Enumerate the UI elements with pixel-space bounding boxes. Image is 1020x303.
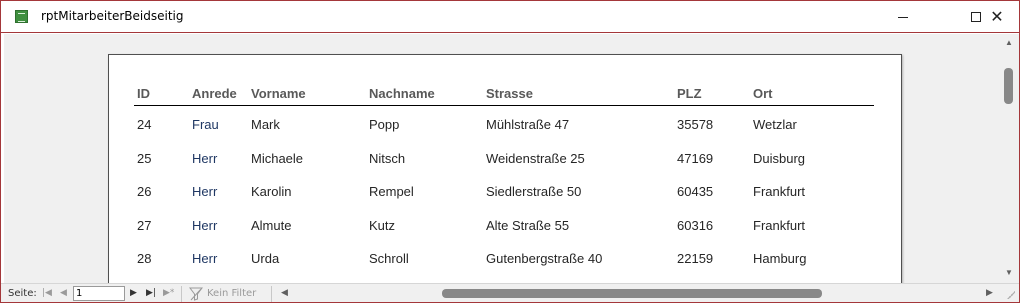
report-page: ID Anrede Vorname Nachname Strasse PLZ O… (108, 54, 902, 283)
minimize-button[interactable] (881, 1, 925, 33)
cell-nachname: Schroll (369, 251, 409, 266)
scroll-right-icon[interactable]: ▶ (986, 288, 993, 298)
cell-strasse: Siedlerstraße 50 (486, 184, 582, 199)
header-strasse: Strasse (486, 86, 533, 101)
cell-anrede: Herr (192, 184, 218, 199)
header-ort: Ort (753, 86, 773, 101)
table-header: ID Anrede Vorname Nachname Strasse PLZ O… (134, 83, 874, 106)
cell-plz: 47169 (677, 150, 714, 166)
title-bar[interactable]: rptMitarbeiterBeidseitig ✕ (1, 1, 1019, 33)
close-button[interactable]: ✕ (975, 1, 1019, 33)
report-icon (15, 10, 28, 23)
cell-plz: 60435 (677, 184, 714, 199)
separator (271, 286, 272, 302)
header-anrede: Anrede (192, 86, 237, 101)
cell-id: 28 (137, 251, 152, 266)
cell-ort: Duisburg (753, 150, 806, 166)
cell-ort: Wetzlar (753, 117, 797, 132)
employee-table: ID Anrede Vorname Nachname Strasse PLZ O… (134, 83, 874, 274)
cell-id: 25 (137, 150, 152, 166)
minimize-icon (898, 16, 908, 18)
filter-label[interactable]: Kein Filter (207, 288, 256, 299)
vertical-scroll-thumb[interactable] (1004, 68, 1013, 104)
cell-plz: 35578 (677, 117, 714, 132)
cell-vorname: Michaele (251, 150, 304, 166)
table-row: 25 Herr Michaele Nitsch Weidenstraße 25 … (134, 140, 874, 174)
cell-nachname: Nitsch (369, 150, 406, 166)
cell-strasse: Weidenstraße 25 (486, 150, 585, 166)
cell-strasse: Mühlstraße 47 (486, 117, 570, 132)
scroll-left-icon[interactable]: ◀ (281, 288, 288, 298)
table-row: 28 Herr Urda Schroll Gutenbergstraße 40 … (134, 240, 874, 274)
cell-nachname: Rempel (369, 184, 414, 199)
report-viewport: ID Anrede Vorname Nachname Strasse PLZ O… (4, 34, 1001, 283)
cell-anrede: Herr (192, 150, 218, 166)
first-page-icon[interactable]: |◀ (42, 288, 52, 298)
report-window: rptMitarbeiterBeidseitig ✕ ID Anrede Vor… (0, 0, 1020, 303)
new-page-icon: ▶* (163, 288, 175, 298)
cell-ort: Frankfurt (753, 184, 806, 199)
filter-icon[interactable] (189, 287, 203, 301)
table-row: 24 Frau Mark Popp Mühlstraße 47 35578 We… (134, 106, 874, 140)
window-title: rptMitarbeiterBeidseitig (41, 9, 184, 23)
cell-ort: Hamburg (753, 251, 807, 266)
page-number-input[interactable] (73, 286, 125, 301)
header-plz: PLZ (677, 86, 702, 101)
cell-nachname: Popp (369, 117, 400, 132)
cell-id: 26 (137, 184, 152, 199)
horizontal-scroll-thumb[interactable] (442, 289, 822, 298)
next-page-icon[interactable]: ▶ (130, 288, 137, 298)
header-id: ID (137, 86, 150, 101)
cell-strasse: Gutenbergstraße 40 (486, 251, 603, 266)
cell-plz: 60316 (677, 217, 714, 233)
close-icon: ✕ (990, 7, 1004, 26)
cell-ort: Frankfurt (753, 217, 806, 233)
resize-grip-icon[interactable] (1005, 289, 1015, 299)
cell-nachname: Kutz (369, 217, 396, 233)
last-page-icon[interactable]: ▶| (146, 288, 156, 298)
cell-id: 27 (137, 217, 152, 233)
cell-vorname: Almute (251, 217, 292, 233)
scroll-up-icon[interactable]: ▲ (1004, 38, 1014, 48)
table-row: 27 Herr Almute Kutz Alte Straße 55 60316… (134, 207, 874, 241)
previous-page-icon[interactable]: ◀ (60, 288, 67, 298)
cell-anrede: Herr (192, 251, 218, 266)
scroll-down-icon[interactable]: ▼ (1004, 268, 1014, 278)
cell-anrede: Frau (192, 117, 219, 132)
cell-vorname: Urda (251, 251, 280, 266)
header-vorname: Vorname (251, 86, 306, 101)
cell-vorname: Mark (251, 117, 280, 132)
cell-plz: 22159 (677, 251, 714, 266)
cell-id: 24 (137, 117, 152, 132)
cell-strasse: Alte Straße 55 (486, 217, 570, 233)
page-label: Seite: (8, 288, 37, 299)
separator (181, 286, 182, 302)
table-row: 26 Herr Karolin Rempel Siedlerstraße 50 … (134, 173, 874, 207)
vertical-scrollbar[interactable]: ▲ ▼ (1000, 34, 1019, 283)
record-navigation-bar: Seite: |◀ ◀ ▶ ▶| ▶* Kein Filter ◀ ▶ (1, 283, 1019, 302)
header-nachname: Nachname (369, 86, 435, 101)
cell-anrede: Herr (192, 217, 218, 233)
cell-vorname: Karolin (251, 184, 292, 199)
